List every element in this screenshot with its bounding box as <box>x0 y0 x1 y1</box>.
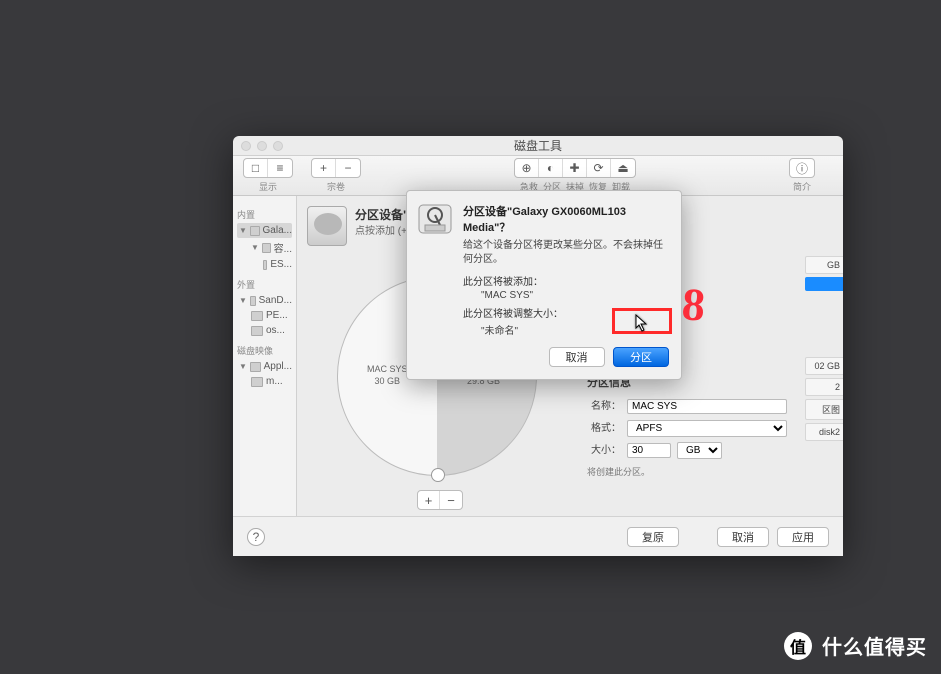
first-aid-button[interactable]: ⊕ <box>515 159 539 177</box>
size-label: 大小： <box>587 442 621 460</box>
pie-remove-button[interactable]: − <box>440 491 462 509</box>
sheet-add-head: 此分区将被添加： <box>463 273 669 288</box>
sidebar-section-internal: 内置 <box>237 208 292 221</box>
sidebar-item-container[interactable]: ▼容... <box>237 238 292 257</box>
hdd-icon <box>251 377 263 387</box>
sheet-add-item: "MAC SYS" <box>481 290 669 301</box>
footer: ? 复原 取消 应用 <box>233 516 843 556</box>
pie-add-remove: + − <box>417 490 463 510</box>
pie-drag-handle[interactable] <box>431 468 445 482</box>
apply-button[interactable]: 应用 <box>777 527 829 547</box>
name-label: 名称： <box>587 398 621 416</box>
add-volume-button[interactable]: + <box>312 159 336 177</box>
format-select[interactable]: APFS <box>627 420 787 437</box>
hdd-icon <box>251 311 263 321</box>
pie-slice-a-label: MAC SYS30 GB <box>367 364 408 387</box>
name-field[interactable] <box>627 399 787 414</box>
info-button-wrap: ⓘ <box>789 158 815 178</box>
view-caption: 显示 <box>259 180 277 193</box>
sheet-cancel-button[interactable]: 取消 <box>549 347 605 367</box>
view-list-button[interactable]: □ <box>244 159 268 177</box>
sheet-title: 分区设备"Galaxy GX0060ML103 Media"？ <box>463 203 669 235</box>
hdd-icon <box>251 326 263 336</box>
unmount-button[interactable]: ⏏ <box>611 159 635 177</box>
titlebar: 磁盘工具 <box>233 136 843 156</box>
size-field[interactable] <box>627 443 671 458</box>
confirm-sheet: 分区设备"Galaxy GX0060ML103 Media"？ 给这个设备分区将… <box>406 190 682 380</box>
cancel-button[interactable]: 取消 <box>717 527 769 547</box>
window-controls <box>241 141 283 151</box>
volume-buttons: + − <box>311 158 361 178</box>
sidebar-section-external: 外置 <box>237 278 292 291</box>
hdd-icon <box>250 226 260 236</box>
sidebar-item-sandisk[interactable]: ▼SanD... <box>237 293 292 308</box>
peek-size: 02 GB <box>805 357 843 375</box>
sidebar-item-m[interactable]: m... <box>237 374 292 389</box>
restore-button[interactable]: ⟳ <box>587 159 611 177</box>
sidebar: 内置 ▼Gala... ▼容... ES... 外置 ▼SanD... PE..… <box>233 196 297 556</box>
sidebar-item-pe[interactable]: PE... <box>237 308 292 323</box>
sidebar-item-es[interactable]: ES... <box>237 257 292 272</box>
hdd-icon <box>250 296 256 306</box>
info-caption: 简介 <box>793 180 811 193</box>
info-button[interactable]: ⓘ <box>790 159 814 177</box>
sidebar-item-galaxy[interactable]: ▼Gala... <box>237 223 292 238</box>
annotation-number: 8 <box>680 277 707 331</box>
pie-add-button[interactable]: + <box>418 491 440 509</box>
sheet-msg: 给这个设备分区将更改某些分区。不会抹掉任何分区。 <box>463 239 669 267</box>
cursor-icon <box>635 314 649 332</box>
hdd-icon <box>263 260 267 270</box>
hdd-icon <box>262 243 271 253</box>
erase-button[interactable]: ✚ <box>563 159 587 177</box>
watermark: 值 什么值得买 <box>784 631 927 660</box>
revert-button[interactable]: 复原 <box>627 527 679 547</box>
ops-buttons: ⊕ ◐ ✚ ⟳ ⏏ <box>514 158 636 178</box>
remove-volume-button[interactable]: − <box>336 159 360 177</box>
size-unit-select[interactable]: GB <box>677 442 722 459</box>
close-icon[interactable] <box>241 141 251 151</box>
window-title: 磁盘工具 <box>233 136 843 156</box>
peek-gb: GB <box>805 256 843 274</box>
hdd-icon <box>250 362 261 372</box>
sheet-confirm-button[interactable]: 分区 <box>613 347 669 367</box>
sidebar-item-apple[interactable]: ▼Appl... <box>237 359 292 374</box>
peek-count: 2 <box>805 378 843 396</box>
peek-map: 区图 <box>805 399 843 420</box>
sidebar-item-os[interactable]: os... <box>237 323 292 338</box>
sidebar-section-images: 磁盘映像 <box>237 344 292 357</box>
partition-note: 将创建此分区。 <box>587 464 787 480</box>
watermark-logo: 值 <box>784 632 812 660</box>
peek-badge <box>805 277 843 291</box>
drive-icon <box>307 206 347 246</box>
view-tree-button[interactable]: ≡ <box>268 159 292 177</box>
minimize-icon[interactable] <box>257 141 267 151</box>
view-toggle[interactable]: □ ≡ <box>243 158 293 178</box>
volume-caption: 宗卷 <box>327 180 345 193</box>
watermark-text: 什么值得买 <box>822 631 927 660</box>
utility-app-icon <box>417 201 453 237</box>
format-label: 格式： <box>587 420 621 438</box>
info-table-peek: GB 02 GB 2 区图 disk2 <box>805 256 843 444</box>
peek-disk: disk2 <box>805 423 843 441</box>
partition-button[interactable]: ◐ <box>539 159 563 177</box>
zoom-icon[interactable] <box>273 141 283 151</box>
help-button[interactable]: ? <box>247 528 265 546</box>
